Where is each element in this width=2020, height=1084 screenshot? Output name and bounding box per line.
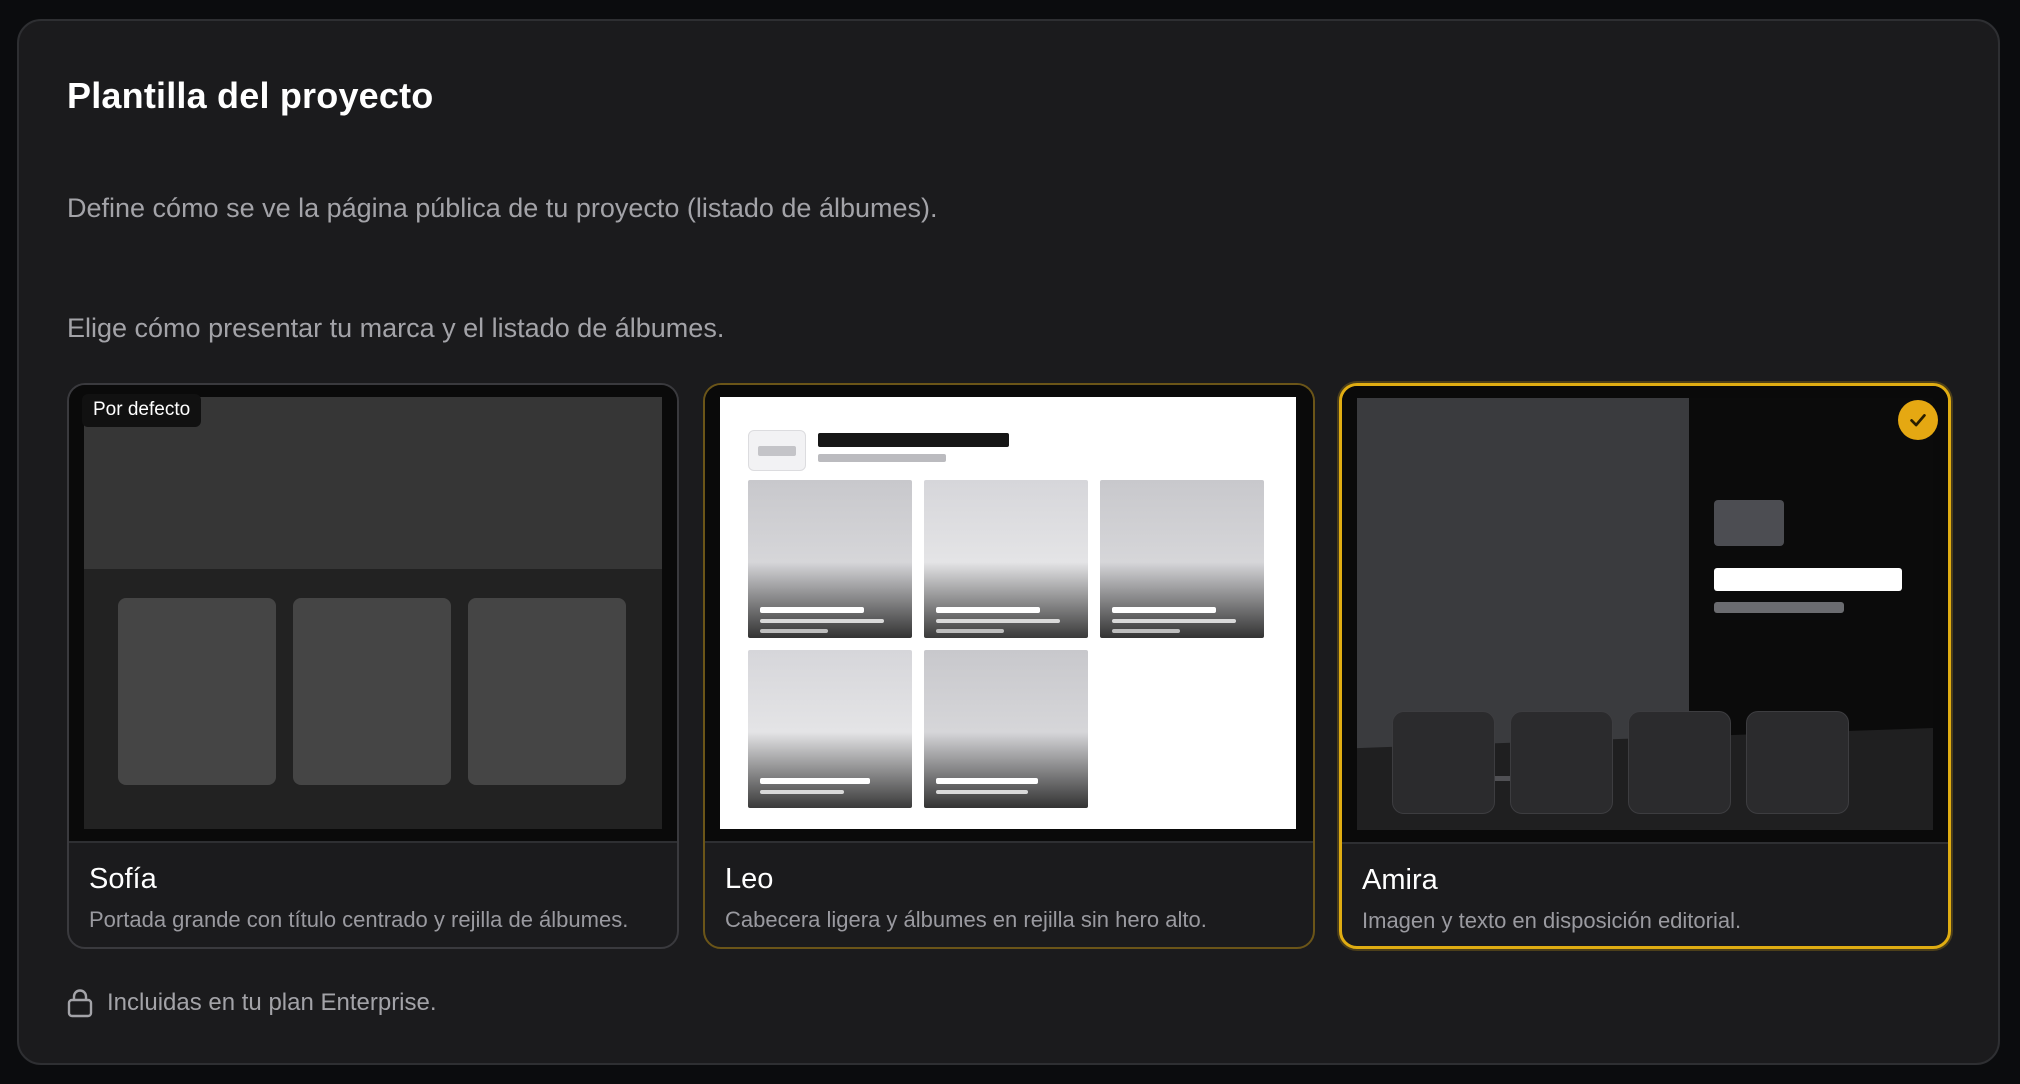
sofia-album-tile: [468, 598, 626, 785]
plan-note-text: Incluidas en tu plan Enterprise.: [107, 989, 437, 1016]
leo-album-tile: [1100, 480, 1264, 638]
amira-mockup: [1357, 398, 1933, 830]
section-description: Elige cómo presentar tu marca y el lista…: [67, 313, 725, 343]
template-description: Imagen y texto en disposición editorial.: [1362, 908, 1742, 933]
sofia-mockup: [84, 397, 662, 829]
page-description: Define cómo se ve la página pública de t…: [67, 193, 938, 223]
template-description: Portada grande con título centrado y rej…: [89, 907, 629, 932]
amira-album-thumb: [1510, 711, 1613, 814]
template-name: Leo: [725, 863, 774, 895]
leo-subtitle-placeholder: [818, 454, 946, 462]
template-card-amira[interactable]: Amira Imagen y texto en disposición edit…: [1339, 383, 1951, 949]
selected-check-icon: [1898, 400, 1938, 440]
leo-album-tile: [924, 650, 1088, 808]
default-badge: Por defecto: [82, 394, 202, 427]
amira-subtitle-placeholder: [1714, 602, 1844, 613]
leo-mockup: [720, 397, 1296, 829]
template-preview-amira: [1342, 386, 1948, 844]
template-description: Cabecera ligera y álbumes en rejilla sin…: [725, 907, 1207, 932]
amira-album-thumb: [1746, 711, 1849, 814]
leo-album-tile: [924, 480, 1088, 638]
amira-title-placeholder: [1714, 568, 1902, 591]
amira-album-thumb: [1628, 711, 1731, 814]
leo-title-placeholder: [818, 433, 1009, 447]
template-settings-panel: Plantilla del proyecto Define cómo se ve…: [17, 19, 2000, 1065]
template-name: Amira: [1362, 864, 1438, 896]
amira-logo-placeholder: [1714, 500, 1784, 546]
template-preview-leo: [705, 385, 1313, 843]
sofia-album-tile: [118, 598, 276, 785]
leo-album-tile: [748, 480, 912, 638]
page-title: Plantilla del proyecto: [67, 75, 434, 116]
plan-note: Incluidas en tu plan Enterprise.: [67, 988, 437, 1018]
sofia-album-tile: [293, 598, 451, 785]
template-card-sofia[interactable]: Por defecto Sofía Portada grande con tít…: [67, 383, 679, 949]
template-card-leo[interactable]: Leo Cabecera ligera y álbumes en rejilla…: [703, 383, 1315, 949]
leo-album-tile: [748, 650, 912, 808]
leo-logo-placeholder: [748, 430, 806, 471]
amira-connector: [1495, 776, 1511, 781]
amira-album-thumb: [1392, 711, 1495, 814]
lock-icon: [67, 989, 93, 1018]
template-name: Sofía: [89, 863, 157, 895]
template-preview-sofia: Por defecto: [69, 385, 677, 843]
